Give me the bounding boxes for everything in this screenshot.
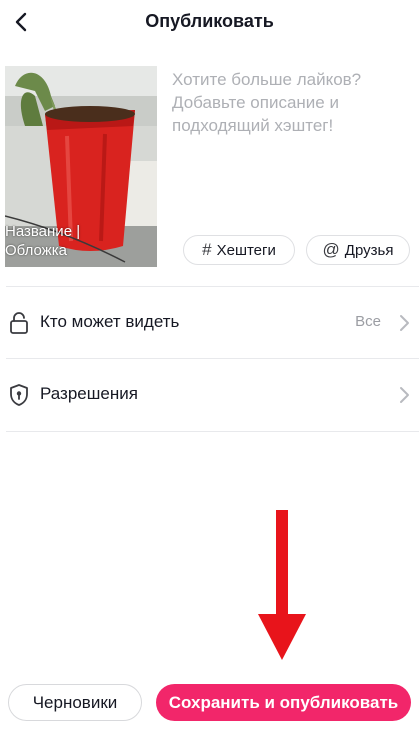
cover-label-line1: Название | bbox=[5, 223, 81, 240]
permissions-label: Разрешения bbox=[40, 384, 138, 403]
chevron-right-icon bbox=[400, 315, 409, 331]
visibility-value: Все bbox=[355, 313, 381, 330]
drafts-button[interactable]: Черновики bbox=[8, 684, 142, 721]
cover-label-line2: Обложка bbox=[5, 242, 67, 259]
cover-thumbnail[interactable]: Название | Обложка bbox=[5, 66, 157, 267]
friends-chip-label: Друзья bbox=[344, 241, 394, 259]
header-bar: Опубликовать bbox=[0, 0, 419, 44]
divider bbox=[6, 286, 419, 287]
annotation-arrow-down-icon bbox=[258, 510, 306, 660]
at-sign-icon: @ bbox=[322, 240, 340, 259]
friends-chip[interactable]: @ Друзья bbox=[306, 235, 410, 265]
hashtags-chip[interactable]: # Хештеги bbox=[183, 235, 295, 265]
visibility-label: Кто может видеть bbox=[40, 312, 180, 331]
divider bbox=[6, 431, 419, 432]
divider bbox=[6, 358, 419, 359]
save-and-publish-button[interactable]: Сохранить и опубликовать bbox=[156, 684, 411, 721]
hashtags-chip-label: Хештеги bbox=[216, 241, 276, 259]
permissions-row[interactable]: Разрешения bbox=[0, 370, 419, 420]
visibility-row[interactable]: Кто может видеть Все bbox=[0, 298, 419, 348]
description-input[interactable]: Хотите больше лайков? Добавьте описание … bbox=[172, 68, 407, 137]
lock-icon bbox=[10, 312, 28, 334]
shield-lock-icon bbox=[10, 384, 28, 406]
cover-label: Название | Обложка bbox=[5, 222, 80, 260]
chevron-right-icon bbox=[400, 387, 409, 403]
hashtag-icon: # bbox=[202, 240, 212, 259]
page-title: Опубликовать bbox=[145, 11, 274, 31]
